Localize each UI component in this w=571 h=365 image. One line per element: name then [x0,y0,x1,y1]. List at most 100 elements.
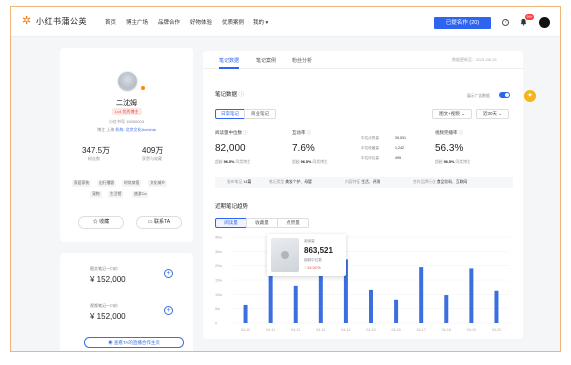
nav-item-blogger-plaza[interactable]: 博主广场 [126,18,148,26]
tab-fans-analysis[interactable]: 粉丝分析 [292,57,312,64]
info-icon: ⓘ [458,130,464,135]
tab-note-cases[interactable]: 笔记案例 [256,57,276,64]
fans-label: 粉丝数 [88,156,100,161]
tooltip-sub-label: 超越中位数 [304,258,322,262]
summary-item: 发布笔记 14篇 [227,180,252,184]
x-tick-label: 04-12 [291,328,300,332]
nav-item-brand-coop[interactable]: 品牌合作 [158,18,180,26]
segment-daily-notes[interactable]: 日常笔记 [215,109,245,119]
y-tick-label: 0 [215,322,217,326]
period-select[interactable]: 近30天 ⌄ [476,109,509,119]
x-tick-label: 04-18 [442,328,451,332]
data-panel: 笔记数据 笔记案例 粉丝分析 数据更新至：2021-08-19 笔记数据 ⓘ 展… [203,51,523,339]
sparkle-icon[interactable]: ✦ [524,90,536,102]
live-coop-button[interactable]: ◉ 查看TA的直播合作主页 [84,337,184,348]
help-icon[interactable]: ? [502,19,509,26]
ad-data-toggle[interactable] [499,92,510,98]
metric-compare: 超越 96.5% 同类博主 [435,160,471,164]
logo-text: 小红书蒲公英 [36,17,87,26]
metric-compare: 超越 96.5% 同类博主 [292,160,328,164]
mini-stat-value: 1,242 [395,146,404,150]
bar[interactable] [394,299,399,323]
summary-item: 合作品牌行业 食品饮料、互联网 [413,180,468,184]
tab-note-data[interactable]: 笔记数据 [219,57,239,64]
eye-icon: ◉ [108,340,113,345]
bar[interactable] [369,289,373,323]
x-tick-label: 04-11 [266,328,275,332]
dandelion-icon: ✲ [22,15,32,27]
summary-item: 内容特征 生活、评测 [345,180,381,184]
nav-item-product-trial[interactable]: 好物体验 [190,18,212,26]
tag: 生活馆 [108,191,124,198]
trend-tab-views[interactable]: 阅读量 [215,218,247,228]
x-tick-label: 04-19 [467,328,476,332]
chevron-down-icon: ⌄ [461,111,465,116]
note-summary-bar: 发布笔记 14篇 笔记类型 美妆个护、母婴 内容特征 生活、评测 合作品牌行业 … [215,177,513,188]
top-nav: ✲ 小红书蒲公英 首页 博主广场 品牌合作 好物体验 优质案例 我的 ▾ 已提名… [11,7,560,37]
bar[interactable] [444,295,449,323]
favorite-button[interactable]: ☆ 收藏 [78,216,124,229]
logo[interactable]: ✲ 小红书蒲公英 [22,16,87,27]
notification-badge: 99+ [525,14,535,20]
mini-stat-value: 39,531 [395,136,406,140]
tooltip-value: 863,521 [304,246,333,255]
x-tick-label: 04-16 [391,328,400,332]
active-tab-indicator [219,67,239,69]
profile-location: 博主 上海 机构: 北京文化Aceshia [60,127,193,133]
likes-label: 获赞与收藏 [142,156,162,161]
metric-value: 56.3% [435,143,464,154]
bar[interactable] [419,267,424,323]
mini-stat-value: 495 [395,156,401,160]
user-avatar[interactable] [539,17,550,28]
price-label: 图文笔记一口价 [90,266,118,271]
bar[interactable] [469,268,474,323]
y-tick-label: 30w [215,250,222,254]
content-type-select[interactable]: 图文+视频 ⌄ [432,109,472,119]
segment-business-notes[interactable]: 商业笔记 [244,109,276,119]
nav-item-home[interactable]: 首页 [105,18,116,26]
trend-tab-collects[interactable]: 收藏量 [246,218,278,228]
trend-tab-likes[interactable]: 点赞量 [277,218,309,228]
metric-label: 互动率 ⓘ [292,130,312,135]
add-video-note-button[interactable]: + [164,306,173,315]
y-tick-label: 20w [215,264,222,268]
trend-title: 近期笔记趋势 [215,204,249,210]
nav-item-cases[interactable]: 优质案例 [222,18,244,26]
x-tick-label: 04-15 [366,328,375,332]
fans-count: 347.5万 [82,146,111,155]
metric-compare: 超越 96.5% 同类博主 [215,160,251,164]
x-tick-label: 04-14 [341,328,350,332]
x-tick-label: 04-17 [417,328,426,332]
bar[interactable] [494,290,499,323]
nav-item-mine[interactable]: 我的 ▾ [253,18,268,26]
contact-button[interactable]: ▭ 联系TA [136,216,182,229]
verified-badge-icon [140,85,146,91]
price-value: ¥ 152,000 [90,312,126,321]
mini-stat-label: 中位收藏量 [361,146,379,150]
y-tick-label: 40w [215,236,222,240]
tag: 家居家装 [72,180,92,187]
ad-toggle-label: 展示广告数据 [467,94,490,98]
chart-tooltip: 阅读量 863,521 超越中位数 ↑ 34.02% [267,234,346,276]
bar[interactable] [243,304,248,323]
mini-stat-label: 中位评论量 [361,156,379,160]
bar[interactable] [293,285,298,323]
agency-link[interactable]: 机构: 北京文化Aceshia [115,127,155,132]
level-badge: Lv4 优秀博主 [112,108,142,115]
tag: 时尚穿搭 [122,180,142,187]
add-image-note-button[interactable]: + [164,269,173,278]
note-thumbnail [271,238,299,272]
x-tick-label: 04-20 [492,328,501,332]
tag: 文化城乡 [148,180,168,187]
app-frame: ✲ 小红书蒲公英 首页 博主广场 品牌合作 好物体验 优质案例 我的 ▾ 已提名… [10,6,561,352]
update-time: 数据更新至：2021-08-19 [452,57,497,62]
tooltip-label: 阅读量 [304,239,315,243]
metric-label: 阅读量中位数 ⓘ [215,130,248,135]
bar[interactable] [318,269,323,323]
x-tick-label: 04-10 [241,328,250,332]
y-tick-label: 5w [215,307,220,311]
y-tick-label: 10w [215,293,222,297]
publish-button[interactable]: 已提名作 (20) [434,17,491,29]
profile-id: 小红书号 15000003 [109,119,144,124]
profile-card: 二沈姆 Lv4 优秀博主 小红书号 15000003 博主 上海 机构: 北京文… [60,48,193,242]
